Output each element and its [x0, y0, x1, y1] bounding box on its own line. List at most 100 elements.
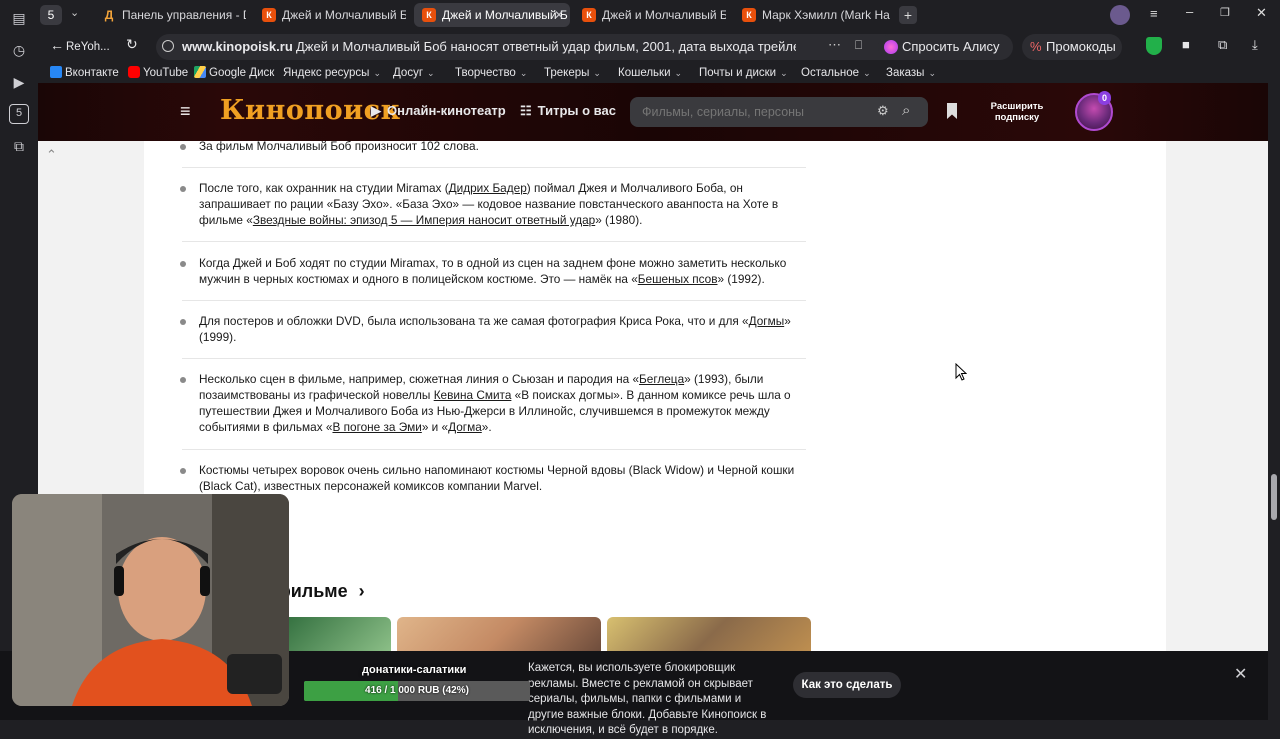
tabs-panel-icon[interactable]: ▤ [9, 8, 29, 28]
close-tab-icon[interactable]: ✕ [554, 3, 564, 27]
kp-search-input[interactable] [642, 97, 862, 127]
bookmark-folder-dosug[interactable]: Досуг ⌄ [393, 63, 435, 83]
bookmarks-bar: Вконтакте YouTube Google Диск Яндекс рес… [38, 63, 1280, 83]
bookmark-google-drive[interactable]: Google Диск [194, 63, 274, 83]
nav-label: Онлайн-кинотеатр [387, 103, 506, 118]
bookmark-label: Google Диск [209, 67, 275, 79]
profile-avatar[interactable] [1110, 5, 1130, 25]
chevron-down-icon: ⌄ [928, 68, 936, 78]
trivia-text: После того, как охранник на студии Miram… [199, 181, 779, 227]
bookmark-label: Остальное [801, 67, 860, 79]
chevron-down-icon: ⌄ [593, 68, 601, 78]
bookmark-page-icon[interactable]: ⎕ [855, 38, 862, 53]
bookmark-label: Трекеры [544, 67, 590, 79]
titles-icon: ☷ [520, 103, 532, 118]
webcam-feed-image [12, 494, 289, 706]
url-page-title: Джей и Молчаливый Боб наносят ответный у… [296, 39, 796, 54]
donation-progress-bar: 416 / 1 000 RUB (42%) [304, 681, 530, 701]
tab-strip: 5 ⌄ Д Панель управления - Don К Джей и М… [38, 0, 1280, 30]
trivia-item: Костюмы четырех воровок очень сильно нап… [180, 462, 804, 496]
trivia-text: За фильм Молчаливый Боб произносит 102 с… [199, 139, 479, 153]
search-icon[interactable]: ⌕ [902, 102, 910, 119]
bookmark-folder-orders[interactable]: Заказы ⌄ [886, 63, 936, 83]
trivia-item: После того, как охранник на студии Miram… [180, 180, 804, 230]
scrollbar-thumb[interactable] [1271, 474, 1277, 520]
notes-icon[interactable]: ⧉ [9, 136, 29, 156]
trivia-text: Для постеров и обложки DVD, была использ… [199, 314, 791, 344]
close-window-icon[interactable]: ✕ [1256, 5, 1267, 21]
tab-title: Марк Хэмилл (Mark Hami [762, 8, 890, 22]
url-field[interactable]: www.kinopoisk.ru Джей и Молчаливый Боб н… [156, 34, 912, 60]
bookmark-label: Яндекс ресурсы [283, 67, 370, 79]
hamburger-menu-icon[interactable]: ≡ [180, 101, 191, 122]
divider [182, 167, 806, 168]
close-banner-icon[interactable]: ✕ [1234, 664, 1247, 684]
tab-title: Джей и Молчаливый Боб [602, 8, 726, 22]
bookmark-folder-wallets[interactable]: Кошельки ⌄ [618, 63, 682, 83]
promocodes-button[interactable]: % Промокоды [1022, 34, 1122, 60]
tab-mark-hamill[interactable]: К Марк Хэмилл (Mark Hami [734, 3, 890, 27]
more-dots-icon[interactable]: ⋯ [828, 37, 841, 53]
menu-icon[interactable]: ≡ [1150, 6, 1158, 21]
tab-kinopoisk-1[interactable]: К Джей и Молчаливый Боб [254, 3, 406, 27]
minimize-icon[interactable]: – [1186, 4, 1193, 19]
media-play-icon[interactable]: ▶ [9, 72, 29, 92]
tab-title: Джей и Молчаливый Б [442, 8, 568, 22]
tab-count-icon[interactable]: 5 [9, 104, 29, 124]
bookmark-vk[interactable]: Вконтакте [50, 63, 119, 83]
reload-icon[interactable]: ↻ [126, 36, 138, 53]
tab-donation-panel[interactable]: Д Панель управления - Don [94, 3, 246, 27]
bookmark-label: Творчество [455, 67, 516, 79]
video-icon[interactable]: ■ [1182, 37, 1190, 52]
bullet [180, 144, 186, 150]
bookmark-youtube[interactable]: YouTube [128, 63, 188, 83]
tab-list-chevron-icon[interactable]: ⌄ [70, 6, 79, 19]
donation-progress-label: 416 / 1 000 RUB (42%) [365, 685, 469, 696]
bookmark-folder-tvorchestvo[interactable]: Творчество ⌄ [455, 63, 527, 83]
profile-label[interactable]: ReYoh... [66, 34, 110, 60]
tab-kinopoisk-3[interactable]: К Джей и Молчаливый Боб [574, 3, 726, 27]
new-tab-button[interactable]: + [899, 6, 917, 24]
bookmark-folder-yandex[interactable]: Яндекс ресурсы ⌄ [283, 63, 381, 83]
nav-label: Титры о вас [537, 103, 616, 118]
trivia-item: Для постеров и обложки DVD, была использ… [180, 313, 804, 347]
collapse-chevron-up-icon[interactable]: ⌃ [46, 147, 57, 163]
tab-kinopoisk-active[interactable]: К Джей и Молчаливый Б ✕ [414, 3, 570, 27]
main-content: За фильм Молчаливый Боб произносит 102 с… [144, 139, 1166, 720]
download-icon[interactable]: ⤓ [1252, 37, 1258, 53]
bookmark-folder-mail[interactable]: Почты и диски ⌄ [699, 63, 788, 83]
history-icon[interactable]: ◷ [9, 40, 29, 60]
bookmark-folder-other[interactable]: Остальное ⌄ [801, 63, 871, 83]
bookmark-icon[interactable] [947, 103, 957, 119]
chevron-down-icon: ⌄ [863, 68, 871, 78]
alice-icon [884, 40, 898, 54]
bookmark-label: Заказы [886, 67, 925, 79]
chevron-down-icon: ⌄ [780, 68, 788, 78]
url-domain: www.kinopoisk.ru [182, 39, 293, 54]
bookmark-label: YouTube [143, 67, 189, 79]
donation-goal-title: донатики-салатики [362, 664, 467, 676]
page-scrollbar[interactable] [1268, 141, 1280, 720]
filters-icon[interactable]: ⚙ [877, 103, 889, 119]
extend-subscription-button[interactable]: Расширить подписку [977, 96, 1057, 128]
adblock-message: Кажется, вы используете блокировщик рекл… [528, 662, 767, 736]
bullet [180, 186, 186, 192]
bookmark-label: Кошельки [618, 67, 671, 79]
tab-group-count[interactable]: 5 [40, 5, 62, 25]
ask-alice-button[interactable]: Спросить Алису AI [878, 34, 1013, 80]
google-drive-icon [194, 66, 206, 78]
restore-icon[interactable]: ❐ [1220, 6, 1230, 19]
nav-titles-about-you[interactable]: ☷ Титры о вас [520, 103, 616, 119]
shield-icon[interactable] [1146, 37, 1162, 55]
nav-online-cinema[interactable]: ▶ Онлайн-кинотеатр [371, 103, 506, 119]
mouse-cursor-icon [955, 363, 967, 381]
how-to-button[interactable]: Как это сделать [793, 672, 901, 698]
site-info-icon[interactable] [162, 40, 174, 52]
bullet [180, 319, 186, 325]
trivia-item: Несколько сцен в фильме, например, сюжет… [180, 371, 804, 437]
tab-title: Джей и Молчаливый Боб [282, 8, 406, 22]
bookmark-folder-trackers[interactable]: Трекеры ⌄ [544, 63, 601, 83]
chevron-down-icon: ⌄ [373, 68, 381, 78]
back-arrow-icon[interactable]: ← [50, 37, 64, 53]
screenshot-icon[interactable]: ⧉ [1218, 37, 1227, 53]
